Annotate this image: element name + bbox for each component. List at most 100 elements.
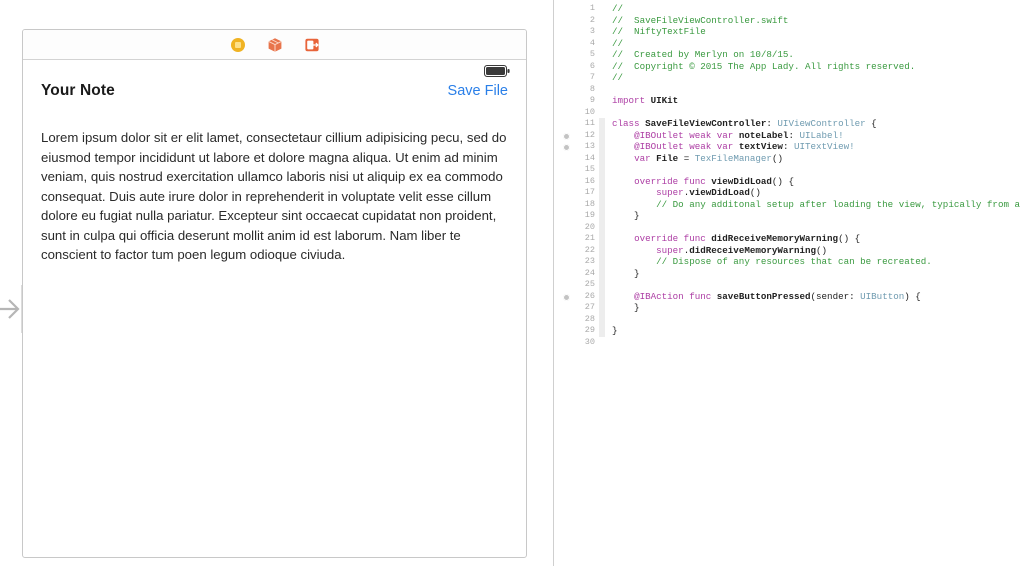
gutter-row[interactable] xyxy=(560,49,574,61)
code-line: // Do any additonal setup after loading … xyxy=(612,199,1024,211)
fold-row xyxy=(598,15,606,27)
fold-row xyxy=(598,84,606,96)
gutter-row[interactable] xyxy=(560,118,574,130)
line-number: 2 xyxy=(589,14,595,25)
gutter-row[interactable] xyxy=(560,210,574,222)
app-root: Your Note Save File Lorem ipsum dolor si… xyxy=(0,0,1024,566)
save-file-button[interactable]: Save File xyxy=(448,83,508,99)
code-token: // xyxy=(612,37,624,49)
line-number: 22 xyxy=(584,244,595,255)
simulator-status-bar xyxy=(23,60,526,82)
line-number: 25 xyxy=(584,279,595,289)
line-number: 26 xyxy=(584,290,595,301)
simulator-toolbar xyxy=(23,30,526,60)
battery-full-icon xyxy=(484,65,510,77)
gutter-row[interactable] xyxy=(560,291,574,303)
code-line: // xyxy=(612,72,1024,84)
gutter-row[interactable] xyxy=(560,325,574,337)
code-token: @IBOutlet xyxy=(634,129,684,141)
gutter-row[interactable] xyxy=(560,187,574,199)
gutter-row[interactable] xyxy=(560,141,574,153)
code-token: didReceiveMemoryWarning xyxy=(705,233,839,244)
gutter-row[interactable] xyxy=(560,84,574,96)
line-number-gutter: 1 2 3 4 5 6 7 8 9 10 11 12 13 14 15 16 17 18 19 20 21 22 23 24 2… xyxy=(574,0,598,566)
code-token: ) { xyxy=(904,290,921,302)
code-line: // Copyright © 2015 The App Lady. All ri… xyxy=(612,61,1024,73)
gutter-row[interactable] xyxy=(560,233,574,245)
code-token: // Created by Merlyn on 10/8/15. xyxy=(612,49,794,60)
line-number: 4 xyxy=(589,37,595,48)
code-editor[interactable]: 1 2 3 4 5 6 7 8 9 10 11 12 13 14 15 16 17 18 19 20 21 22 23 24 2… xyxy=(560,0,1024,566)
gutter-row[interactable] xyxy=(560,279,574,291)
code-line: var File = TexFileManager() xyxy=(612,153,1024,165)
breakpoint-marker[interactable] xyxy=(563,293,570,301)
line-number: 5 xyxy=(589,49,595,59)
code-line: @IBAction func saveButtonPressed(sender:… xyxy=(612,291,1024,303)
code-line: } xyxy=(612,325,1024,337)
code-text-area[interactable]: //// SaveFileViewController.swift// Nift… xyxy=(606,0,1024,566)
stop-recording-icon[interactable] xyxy=(230,37,246,53)
code-line: @IBOutlet weak var noteLabel: UILabel! xyxy=(612,130,1024,142)
line-number: 29 xyxy=(584,325,595,335)
gutter-row[interactable] xyxy=(560,72,574,84)
gutter-row[interactable] xyxy=(560,314,574,326)
gutter-row[interactable] xyxy=(560,176,574,188)
code-token: func xyxy=(683,290,712,302)
fold-scope-band[interactable] xyxy=(599,175,605,222)
gutter-row[interactable] xyxy=(560,256,574,268)
gutter-row[interactable] xyxy=(560,199,574,211)
note-textview[interactable]: Lorem ipsum dolor sit er elit lamet, con… xyxy=(23,116,526,265)
fold-scope-band[interactable] xyxy=(599,290,605,314)
fold-row xyxy=(598,26,606,38)
package-cube-icon[interactable] xyxy=(267,37,283,53)
gutter-row[interactable] xyxy=(560,130,574,142)
page-title: Your Note xyxy=(41,82,115,99)
code-token: viewDidLoad xyxy=(689,187,750,198)
gutter-row[interactable] xyxy=(560,222,574,234)
line-number: 3 xyxy=(589,26,595,36)
fold-scope-band[interactable] xyxy=(599,233,605,279)
gutter-row[interactable] xyxy=(560,15,574,27)
breakpoint-marker[interactable] xyxy=(563,132,570,140)
breakpoint-marker[interactable] xyxy=(563,144,570,151)
gutter-row[interactable] xyxy=(560,302,574,314)
gutter-row[interactable] xyxy=(560,95,574,107)
note-header: Your Note Save File xyxy=(23,82,526,116)
code-token: UIKit xyxy=(645,95,679,106)
code-token: () xyxy=(749,187,761,198)
gutter-row[interactable] xyxy=(560,38,574,50)
code-line: // Dispose of any resources that can be … xyxy=(612,256,1024,268)
code-token: import xyxy=(612,95,646,106)
gutter-row[interactable] xyxy=(560,3,574,15)
gutter-row[interactable] xyxy=(560,61,574,73)
breakpoint-gutter[interactable] xyxy=(560,0,574,566)
code-token: // Copyright © 2015 The App Lady. All ri… xyxy=(612,60,916,72)
gutter-row[interactable] xyxy=(560,153,574,165)
gutter-row[interactable] xyxy=(560,164,574,176)
gutter-row[interactable] xyxy=(560,26,574,38)
export-share-icon[interactable] xyxy=(304,37,320,53)
code-line: } xyxy=(612,302,1024,314)
simulator-pane: Your Note Save File Lorem ipsum dolor si… xyxy=(0,0,553,566)
code-line: super.viewDidLoad() xyxy=(612,187,1024,199)
fold-row xyxy=(598,337,606,349)
gutter-row[interactable] xyxy=(560,245,574,257)
line-number: 6 xyxy=(589,60,595,71)
code-line: // xyxy=(612,38,1024,50)
line-number: 16 xyxy=(584,175,595,186)
gutter-row[interactable] xyxy=(560,337,574,349)
code-token: SaveFileViewController xyxy=(639,118,767,129)
code-token: super xyxy=(656,187,684,198)
gutter-row[interactable] xyxy=(560,268,574,280)
code-token: var xyxy=(634,152,651,164)
gutter-row[interactable] xyxy=(560,107,574,119)
code-line: override func didReceiveMemoryWarning() … xyxy=(612,233,1024,245)
code-folding-ribbon[interactable] xyxy=(598,0,606,566)
